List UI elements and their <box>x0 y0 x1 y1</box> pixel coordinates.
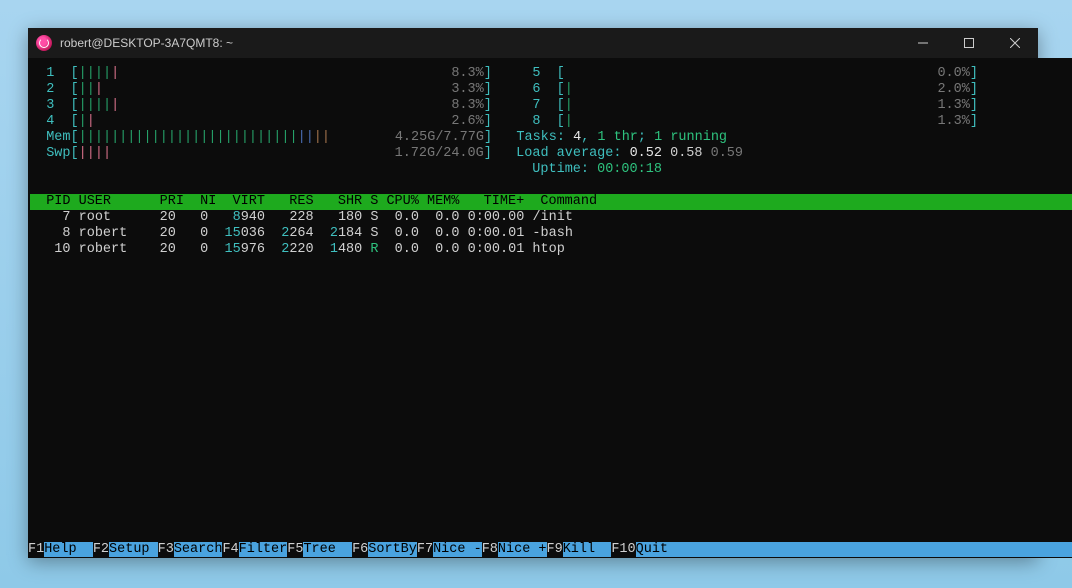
fkey-F8[interactable]: F8 <box>482 542 498 557</box>
fkey-F1[interactable]: F1 <box>28 542 44 557</box>
debian-logo-icon <box>36 35 52 51</box>
titlebar[interactable]: robert@DESKTOP-3A7QMT8: ~ <box>28 28 1038 58</box>
fkey-label-F9[interactable]: Kill <box>563 542 612 557</box>
fkey-F3[interactable]: F3 <box>158 542 174 557</box>
process-row[interactable]: 8 robert 20 0 15036 2264 2184 S 0.0 0.0 … <box>30 226 573 241</box>
fkey-label-F6[interactable]: SortBy <box>368 542 417 557</box>
process-header[interactable]: PID USER PRI NI VIRT RES SHR S CPU% MEM%… <box>30 194 1072 210</box>
window-title: robert@DESKTOP-3A7QMT8: ~ <box>60 36 233 50</box>
fkey-label-F4[interactable]: Filter <box>239 542 288 557</box>
fkey-F4[interactable]: F4 <box>222 542 238 557</box>
function-key-bar: F1Help F2Setup F3SearchF4FilterF5Tree F6… <box>28 542 1072 558</box>
terminal-content[interactable]: 1 [||||| 8.3%] 5 [ 0.0%] 2 [||| 3.3%] 6 … <box>28 58 1072 558</box>
fkey-F6[interactable]: F6 <box>352 542 368 557</box>
fkey-F9[interactable]: F9 <box>547 542 563 557</box>
fkey-label-F2[interactable]: Setup <box>109 542 158 557</box>
fkey-label-F5[interactable]: Tree <box>303 542 352 557</box>
fkey-F7[interactable]: F7 <box>417 542 433 557</box>
fkey-F10[interactable]: F10 <box>611 542 635 557</box>
fkey-label-F10[interactable]: Quit <box>636 542 685 557</box>
fkey-F5[interactable]: F5 <box>287 542 303 557</box>
fkey-label-F7[interactable]: Nice - <box>433 542 482 557</box>
process-row[interactable]: 7 root 20 0 8940 228 180 S 0.0 0.0 0:00.… <box>30 210 573 225</box>
process-row[interactable]: 10 robert 20 0 15976 2220 1480 R 0.0 0.0… <box>30 242 565 257</box>
fkey-label-F1[interactable]: Help <box>44 542 93 557</box>
maximize-button[interactable] <box>946 28 992 58</box>
close-button[interactable] <box>992 28 1038 58</box>
fkey-label-F8[interactable]: Nice + <box>498 542 547 557</box>
terminal-window: robert@DESKTOP-3A7QMT8: ~ 1 [||||| 8.3%]… <box>28 28 1038 558</box>
fkey-label-F3[interactable]: Search <box>174 542 223 557</box>
fkey-F2[interactable]: F2 <box>93 542 109 557</box>
minimize-button[interactable] <box>900 28 946 58</box>
